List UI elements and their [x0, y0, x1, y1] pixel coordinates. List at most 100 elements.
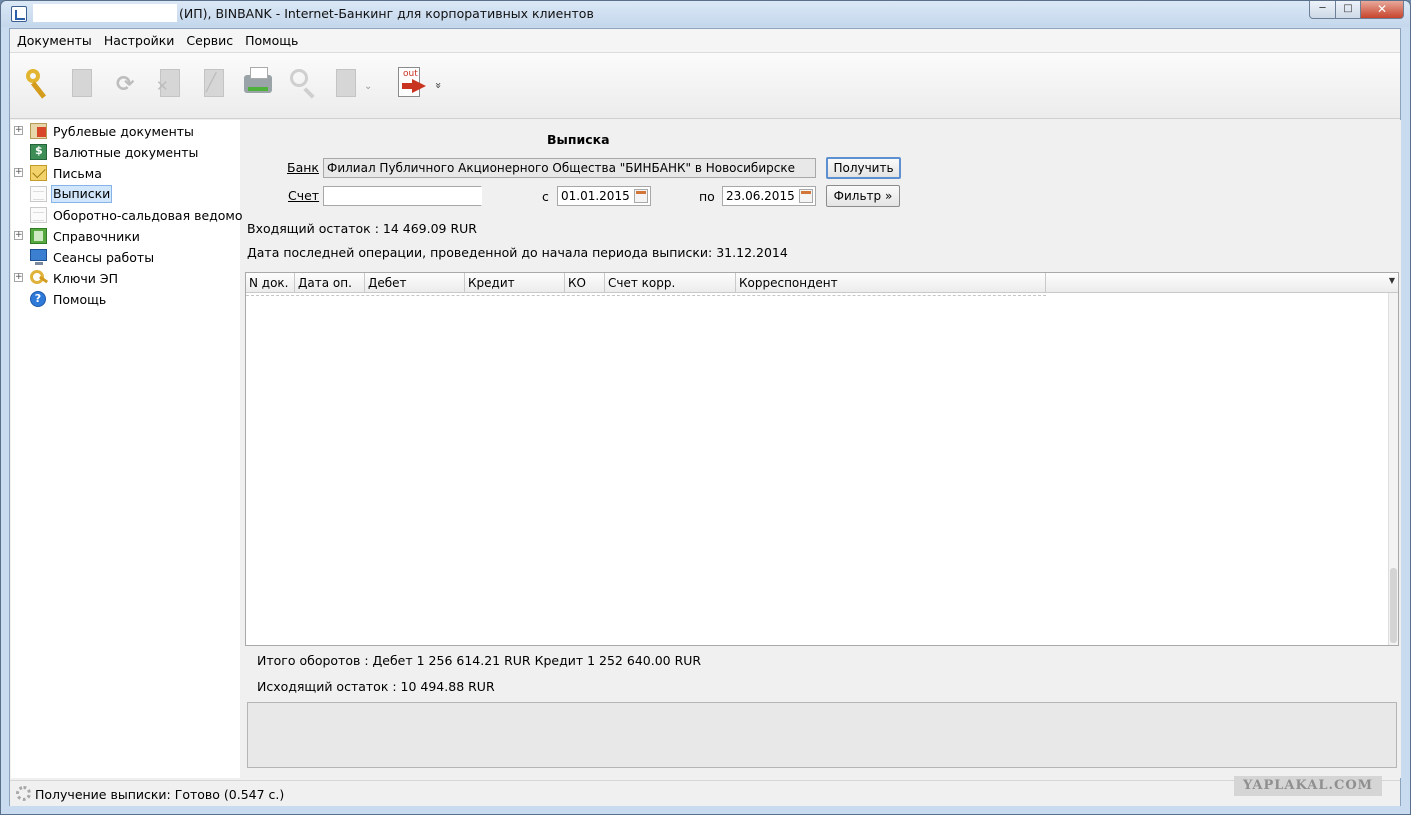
tree-item-currency-documents[interactable]: Валютные документы — [11, 143, 240, 161]
application-window: (ИП), BINBANK - Internet-Банкинг для кор… — [0, 0, 1411, 815]
balance-sheet-icon — [30, 207, 47, 223]
account-label[interactable]: Счет — [288, 188, 319, 203]
calendar-icon[interactable] — [799, 189, 813, 203]
title-bar[interactable]: (ИП), BINBANK - Internet-Банкинг для кор… — [1, 1, 1410, 27]
table-row[interactable] — [246, 293, 1046, 296]
column-header-credit[interactable]: Кредит — [465, 273, 565, 293]
search-icon[interactable] — [286, 67, 318, 101]
calendar-icon[interactable] — [634, 189, 648, 203]
statements-icon — [30, 186, 47, 202]
redacted-title-part — [33, 4, 177, 22]
details-panel — [247, 702, 1397, 768]
tree-item-label: Рублевые документы — [53, 124, 194, 139]
column-header-operation-date[interactable]: Дата оп. — [295, 273, 365, 293]
menu-settings[interactable]: Настройки — [104, 33, 175, 48]
minimize-button[interactable]: ─ — [1309, 1, 1336, 19]
filter-button[interactable]: Фильтр » — [826, 185, 900, 207]
expand-icon[interactable]: + — [14, 231, 23, 240]
new-document-icon[interactable] — [66, 67, 98, 101]
last-operation-date: Дата последней операции, проведенной до … — [247, 245, 788, 260]
menu-help[interactable]: Помощь — [245, 33, 298, 48]
spinner-icon — [16, 786, 31, 801]
bank-field[interactable]: Филиал Публичного Акционерного Общества … — [323, 158, 816, 178]
get-statement-button[interactable]: Получить — [826, 157, 901, 179]
menu-bar: Документы Настройки Сервис Помощь — [10, 29, 1400, 53]
document-shape — [72, 69, 92, 97]
column-header-doc-number[interactable]: N док. — [246, 273, 295, 293]
arrow-right-icon — [402, 79, 426, 93]
ruble-documents-icon — [30, 123, 47, 139]
tree-item-label: Помощь — [53, 292, 107, 307]
keys-icon[interactable] — [22, 67, 54, 101]
client-area: Документы Настройки Сервис Помощь ⟳ ✕ ╱ — [9, 28, 1401, 806]
close-button[interactable]: ✕ — [1361, 1, 1404, 19]
import-document-icon[interactable]: ⌄ — [330, 67, 372, 101]
column-menu-icon[interactable]: ▼ — [1389, 276, 1395, 285]
delete-document-icon[interactable]: ✕ — [154, 67, 186, 101]
account-field[interactable] — [323, 186, 482, 206]
export-out-icon[interactable]: out — [396, 67, 428, 101]
key-icon — [30, 270, 47, 286]
date-to-label: по — [699, 189, 715, 204]
table-scrollbar[interactable] — [1388, 293, 1398, 645]
currency-documents-icon — [30, 144, 47, 160]
expand-icon[interactable]: + — [14, 273, 23, 282]
tree-item-directories[interactable]: + Справочники — [11, 227, 240, 245]
tree-item-letters[interactable]: + Письма — [11, 164, 240, 182]
tree-item-label: Ключи ЭП — [53, 271, 118, 286]
document-shape — [336, 69, 356, 97]
tree-item-label: Выписки — [51, 185, 113, 203]
toolbar-more-icon[interactable]: » — [432, 82, 445, 89]
turnover-totals: Итого оборотов : Дебет 1 256 614.21 RUR … — [257, 653, 702, 668]
status-text: Получение выписки: Готово (0.547 с.) — [35, 787, 285, 802]
window-controls: ─ □ ✕ — [1309, 1, 1404, 19]
tree-item-balance-sheet[interactable]: Оборотно-сальдовая ведомость — [11, 206, 264, 224]
pencil-glyph: ╱ — [206, 73, 217, 93]
refresh-glyph: ⟳ — [116, 72, 135, 97]
key-shaft-shape — [30, 81, 47, 99]
expand-icon[interactable]: + — [14, 168, 23, 177]
chevron-down-icon[interactable]: ⌄ — [364, 81, 372, 92]
scrollbar-thumb[interactable] — [1390, 568, 1397, 643]
tree-item-label: Валютные документы — [53, 145, 199, 160]
column-header-ko[interactable]: КО — [565, 273, 605, 293]
page-title: Выписка — [547, 132, 610, 147]
app-icon[interactable] — [11, 6, 27, 22]
directories-icon — [30, 228, 47, 244]
tree-item-sessions[interactable]: Сеансы работы — [11, 248, 240, 266]
key-ring-shape — [26, 69, 40, 83]
watermark: YAPLAKAL.COM — [1234, 776, 1382, 796]
table-header: N док. Дата оп. Дебет Кредит КО Счет кор… — [246, 273, 1398, 293]
bank-label[interactable]: Банк — [287, 160, 319, 175]
column-header-corr-account[interactable]: Счет корр. — [605, 273, 736, 293]
tree-item-help[interactable]: ? Помощь — [11, 290, 240, 308]
tree-item-label: Сеансы работы — [53, 250, 155, 265]
column-header-debit[interactable]: Дебет — [365, 273, 465, 293]
opening-balance: Входящий остаток : 14 469.09 RUR — [247, 221, 477, 236]
tree-item-label: Оборотно-сальдовая ведомость — [53, 208, 265, 223]
expand-icon[interactable]: + — [14, 126, 23, 135]
status-bar: Получение выписки: Готово (0.547 с.) — [10, 780, 1400, 806]
column-header-correspondent[interactable]: Корреспондент — [736, 273, 1046, 293]
print-icon[interactable] — [242, 67, 274, 101]
maximize-button[interactable]: □ — [1336, 1, 1361, 19]
printer-shape — [244, 67, 272, 93]
menu-service[interactable]: Сервис — [186, 33, 233, 48]
refresh-icon[interactable]: ⟳ — [110, 67, 142, 101]
monitor-icon — [30, 249, 47, 265]
letters-icon — [30, 165, 47, 181]
date-from-label: с — [542, 189, 549, 204]
statement-panel: Выписка Банк Филиал Публичного Акционерн… — [242, 120, 1401, 778]
edit-document-icon[interactable]: ╱ — [198, 67, 230, 101]
tree-item-label: Справочники — [53, 229, 140, 244]
menu-documents[interactable]: Документы — [17, 33, 92, 48]
lens-shape — [290, 69, 308, 87]
window-title: (ИП), BINBANK - Internet-Банкинг для кор… — [179, 6, 594, 21]
out-label: out — [403, 69, 418, 79]
tree-item-signature-keys[interactable]: + Ключи ЭП — [11, 269, 240, 287]
tree-item-statements[interactable]: Выписки — [11, 185, 240, 203]
help-icon: ? — [30, 291, 46, 307]
closing-balance: Исходящий остаток : 10 494.88 RUR — [257, 679, 495, 694]
tree-item-ruble-documents[interactable]: + Рублевые документы — [11, 122, 240, 140]
operations-table: N док. Дата оп. Дебет Кредит КО Счет кор… — [245, 272, 1399, 646]
